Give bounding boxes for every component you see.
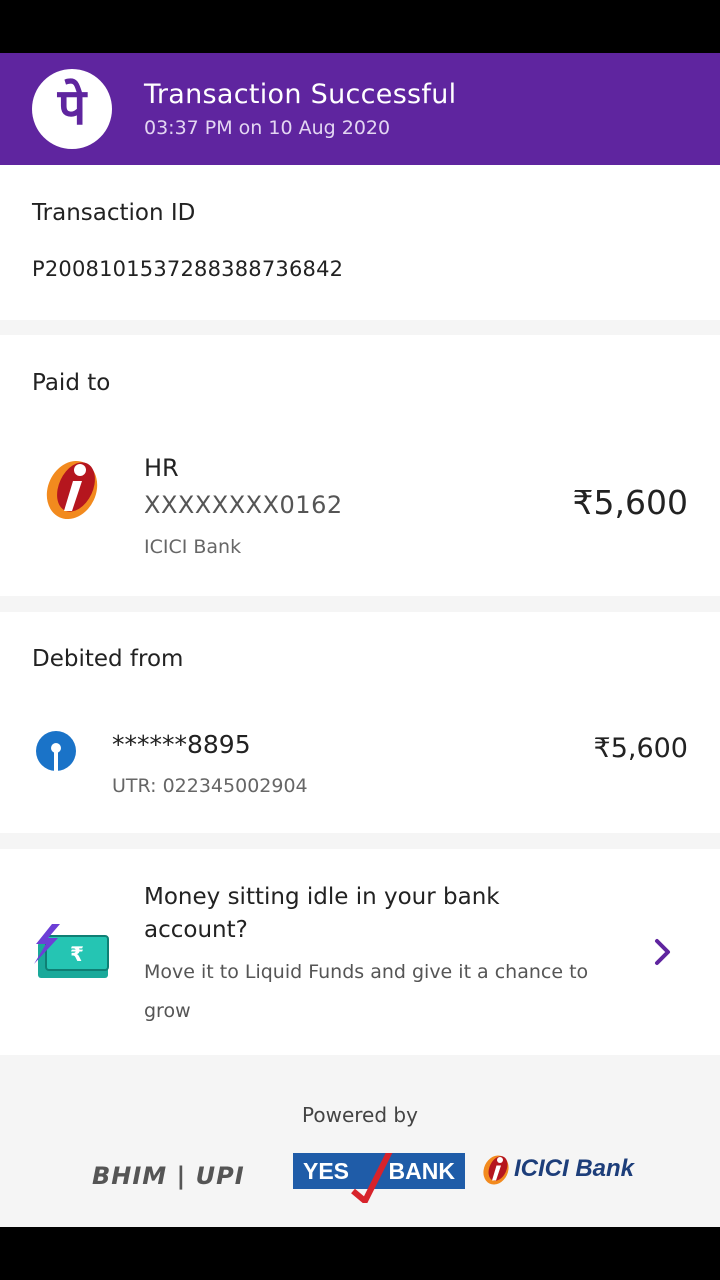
transaction-id-value[interactable]: P2008101537288388736842: [32, 257, 343, 281]
powered-by-footer: Powered by BHIM | UPI YES BANK ICICI Ban…: [0, 1055, 720, 1227]
divider: [0, 833, 720, 849]
header-timestamp: 03:37 PM on 10 Aug 2020: [144, 117, 391, 139]
promo-title: Money sitting idle in your bank account?: [144, 884, 500, 943]
debited-from-card: Debited from ******8895 UTR: 02234500290…: [0, 612, 720, 833]
icici-footer-logo-icon: [483, 1155, 509, 1185]
paid-to-label: Paid to: [32, 370, 111, 396]
utr-number[interactable]: UTR: 022345002904: [112, 775, 308, 797]
debited-amount: ₹5,600: [593, 733, 688, 764]
yes-bank-logo: YES BANK: [293, 1153, 465, 1203]
svg-text:₹: ₹: [70, 942, 84, 966]
money-bolt-icon: ₹: [34, 924, 109, 978]
bhim-upi-logo: BHIM | UPI: [92, 1162, 278, 1192]
header-title: Transaction Successful: [144, 79, 457, 110]
yes-bank-logo-left: YES: [303, 1157, 350, 1184]
debited-account-number: ******8895: [112, 730, 251, 759]
payee-account-number: XXXXXXXX0162: [144, 491, 343, 519]
promo-description: Move it to Liquid Funds and give it a ch…: [144, 961, 589, 1022]
divider: [0, 320, 720, 335]
phonepe-logo-icon: पे: [32, 69, 112, 149]
sbi-logo-icon: [36, 731, 76, 771]
status-bar: [0, 0, 720, 53]
yes-bank-tick-icon: [351, 1153, 393, 1203]
bhim-upi-logo-text: BHIM | UPI: [92, 1162, 245, 1190]
transaction-header: पे Transaction Successful 03:37 PM on 10…: [0, 53, 720, 165]
powered-by-label: Powered by: [302, 1103, 418, 1127]
yes-bank-logo-right: BANK: [388, 1157, 455, 1184]
transaction-id-card: Transaction ID P2008101537288388736842: [0, 165, 720, 320]
phonepe-logo-glyph: पे: [57, 78, 87, 136]
paid-amount: ₹5,600: [572, 483, 688, 522]
icici-bank-footer-logo: ICICI Bank: [480, 1149, 634, 1189]
paid-to-card: Paid to HR XXXXXXXX0162 ICICI Bank ₹5,60…: [0, 335, 720, 596]
chevron-right-icon[interactable]: [652, 937, 674, 967]
transaction-id-label: Transaction ID: [32, 200, 196, 226]
payee-name: HR: [144, 454, 179, 482]
liquid-funds-promo-card[interactable]: ₹ Money sitting idle in your bank accoun…: [0, 849, 720, 1055]
divider: [0, 596, 720, 612]
icici-footer-logo-text: ICICI Bank: [514, 1155, 635, 1182]
payee-bank-name: ICICI Bank: [144, 536, 242, 558]
debited-from-label: Debited from: [32, 646, 184, 672]
navigation-bar: [0, 1227, 720, 1280]
icici-bank-logo-icon: [46, 460, 98, 520]
